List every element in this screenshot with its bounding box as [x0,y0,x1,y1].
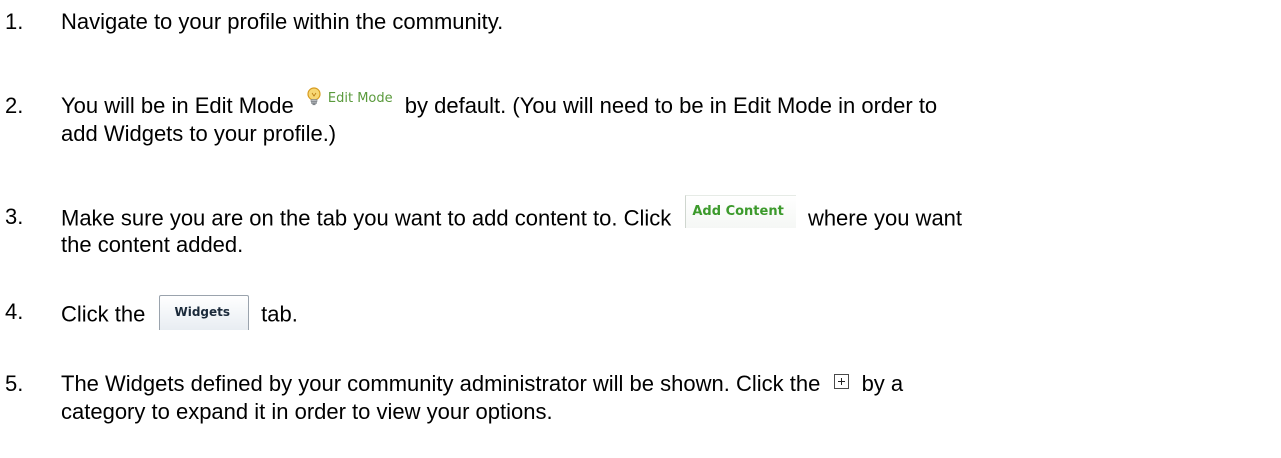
step-line-2: category to expand it in order to view y… [61,399,553,424]
step-text: by default. (You will need to be in Edit… [404,93,938,118]
edit-mode-button[interactable]: Edit Mode [306,85,393,113]
step-number: 1. [5,9,24,34]
edit-mode-label: Edit Mode [327,91,393,107]
step-line-1: Make sure you are on the tab you want to… [61,195,1261,231]
step-line-1: Click the Widgets tab. [61,295,1261,330]
step-number: 3. [5,204,24,229]
step-text: The Widgets defined by your community ad… [61,371,821,396]
add-content-button[interactable]: Add Content [685,195,796,228]
step-text: by a [861,371,904,396]
step-line-2: the content added. [61,232,244,257]
step-number: 5. [5,371,24,396]
step-text: You will be in Edit Mode [61,93,294,118]
step-text: Navigate to your profile within the comm… [61,9,504,34]
step-number: 2. [5,93,24,118]
step-line-1: The Widgets defined by your community ad… [61,370,1261,398]
step-text: Make sure you are on the tab you want to… [61,205,672,231]
step-line-1: You will be in Edit Mode Edit Mode by de… [61,87,1261,120]
step-text: where you want [807,205,963,231]
step-number: 4. [5,299,24,324]
lightbulb-icon [307,87,321,105]
step-line-2: add Widgets to your profile.) [61,121,337,146]
widgets-tab[interactable]: Widgets [159,295,250,330]
step-text: Click the [61,301,146,327]
step-text: tab. [261,301,298,327]
expand-plus-icon[interactable] [834,373,850,389]
